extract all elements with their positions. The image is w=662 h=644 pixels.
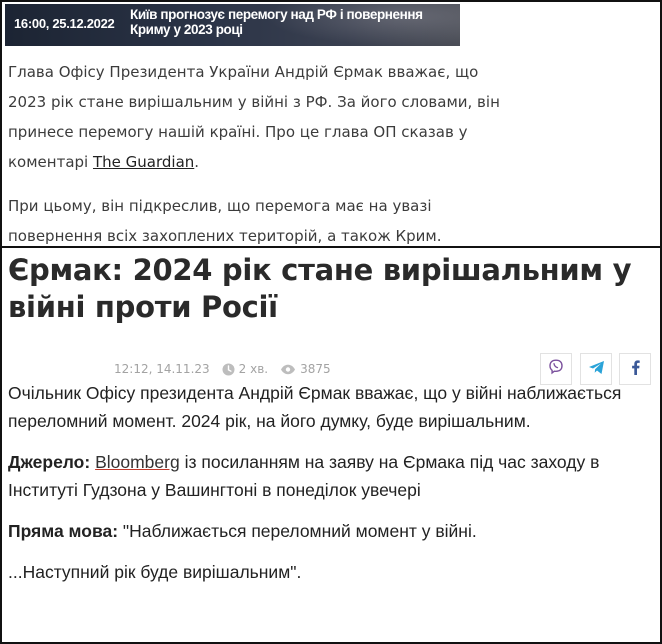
guardian-link[interactable]: The Guardian (93, 153, 194, 171)
quote-label: Пряма мова: (8, 521, 119, 541)
screenshot-frame: 16:00, 25.12.2022 Київ прогнозує перемог… (0, 0, 662, 644)
clock-icon (222, 363, 235, 376)
related-article-text: Глава Офісу Президента України Андрій Єр… (8, 57, 508, 265)
telegram-icon (588, 360, 605, 379)
article-headline: Єрмак: 2024 рік стане вирішальним у війн… (8, 253, 632, 324)
view-count: 3875 (300, 362, 331, 376)
viber-icon (548, 359, 564, 379)
article-meta: 12:12, 14.11.23 2 хв. 3875 (114, 360, 331, 378)
related-article-banner[interactable]: 16:00, 25.12.2022 Київ прогнозує перемог… (5, 4, 460, 46)
bloomberg-link[interactable]: Bloomberg (95, 452, 180, 472)
related-paragraph-2: При цьому, він підкреслив, що перемога м… (8, 197, 442, 245)
article-body: Очільник Офісу президента Андрій Єрмак в… (8, 379, 648, 599)
related-paragraph-1-text: Глава Офісу Президента України Андрій Єр… (8, 63, 500, 171)
related-paragraph-1-end: . (194, 153, 200, 171)
facebook-icon (631, 359, 640, 379)
article-lead: Очільник Офісу президента Андрій Єрмак в… (8, 383, 622, 431)
related-article-panel: 16:00, 25.12.2022 Київ прогнозує перемог… (2, 2, 660, 247)
publish-time: 12:12, 14.11.23 (114, 362, 210, 376)
source-paragraph: Джерело: Bloomberg із посиланням на заяв… (8, 448, 648, 504)
read-time: 2 хв. (238, 362, 269, 376)
eye-icon (280, 363, 296, 376)
banner-datetime: 16:00, 25.12.2022 (14, 16, 115, 31)
quote-text: "Наближається переломний момент у війні. (118, 521, 477, 541)
source-label: Джерело: (8, 452, 91, 472)
panel-divider (2, 246, 660, 248)
banner-title[interactable]: Київ прогнозує перемогу над РФ і поверне… (130, 7, 460, 37)
quote-continuation: ...Наступний рік буде вирішальним". (8, 562, 302, 582)
related-paragraph-1: Глава Офісу Президента України Андрій Єр… (8, 57, 508, 177)
quote-paragraph: Пряма мова: "Наближається переломний мом… (8, 517, 648, 545)
